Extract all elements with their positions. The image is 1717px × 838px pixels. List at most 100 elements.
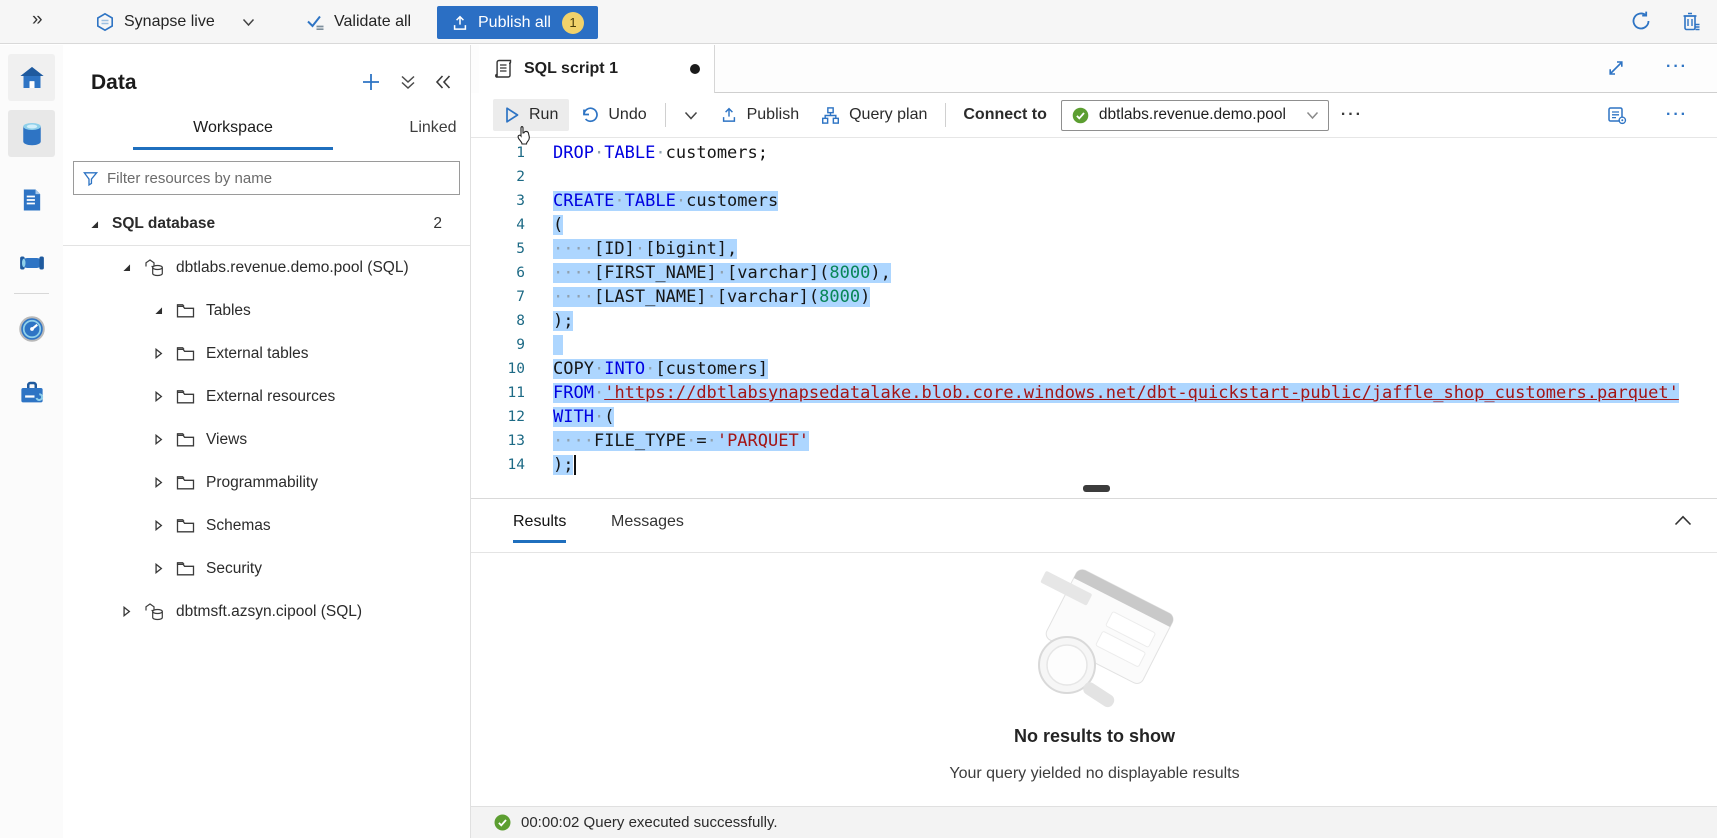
synapse-live-icon — [95, 12, 115, 32]
synapse-studio-window: » Synapse live Validate all Publish all … — [0, 0, 1717, 838]
tree-item-label: External tables — [206, 345, 309, 363]
code-line[interactable]: 14); — [471, 453, 1717, 477]
line-number: 6 — [471, 265, 525, 281]
collapse-panel-icon[interactable] — [434, 74, 452, 90]
publish-upload-icon — [720, 106, 738, 124]
tree-item[interactable]: SQL database2 — [63, 203, 470, 246]
run-button[interactable]: Run — [493, 99, 569, 131]
publish-button[interactable]: Publish — [709, 99, 810, 131]
tree-item[interactable]: External resources — [63, 375, 470, 418]
nav-develop-button[interactable] — [8, 176, 55, 223]
run-options-chevron[interactable] — [673, 104, 709, 127]
code-line[interactable]: 10COPY·INTO·[customers] — [471, 357, 1717, 381]
nav-monitor-button[interactable] — [8, 305, 55, 352]
code-line[interactable]: 7····[LAST_NAME]·[varchar](8000) — [471, 285, 1717, 309]
properties-icon[interactable] — [1606, 104, 1628, 126]
undo-icon — [580, 106, 599, 124]
line-content: ····[ID]·[bigint], — [553, 239, 737, 259]
tab-sql-script-1[interactable]: SQL script 1 — [479, 45, 715, 93]
nav-data-button[interactable] — [8, 110, 55, 157]
tree-item[interactable]: dbtmsft.azsyn.cipool (SQL) — [63, 590, 470, 633]
tree-item[interactable]: dbtlabs.revenue.demo.pool (SQL) — [63, 246, 470, 289]
status-text: 00:00:02 Query executed successfully. — [521, 814, 778, 831]
results-header: Results Messages — [471, 498, 1717, 553]
tree-collapsed-icon[interactable] — [151, 520, 165, 531]
toolbar-more-button[interactable]: ··· — [1654, 106, 1700, 124]
line-number: 12 — [471, 409, 525, 425]
line-content: ····[FIRST_NAME]·[varchar](8000), — [553, 263, 891, 283]
tree-item[interactable]: Views — [63, 418, 470, 461]
selection-highlight: ····[ID]·[bigint], — [553, 239, 737, 259]
connect-more-button[interactable]: ··· — [1329, 106, 1375, 124]
code-line[interactable]: 6 ····[FIRST_NAME]·[varchar](8000), — [471, 261, 1717, 285]
undo-button[interactable]: Undo — [569, 99, 657, 131]
mode-selector[interactable]: Synapse live — [95, 7, 255, 37]
connect-to-label: Connect to — [963, 106, 1047, 124]
tree-item-label: SQL database — [112, 215, 215, 233]
splitter-handle[interactable] — [1083, 485, 1110, 492]
tree-collapsed-icon[interactable] — [151, 391, 165, 402]
tree-collapsed-icon[interactable] — [151, 348, 165, 359]
tree-item[interactable]: Schemas — [63, 504, 470, 547]
selection-highlight — [553, 335, 563, 355]
publish-all-button[interactable]: Publish all 1 — [437, 6, 598, 39]
code-line[interactable]: 13····FILE_TYPE·=·'PARQUET' — [471, 429, 1717, 453]
gauge-icon — [17, 314, 47, 344]
collapse-results-chevron[interactable] — [1674, 515, 1692, 526]
tree-collapsed-icon[interactable] — [151, 563, 165, 574]
code-line[interactable]: 1DROP·TABLE·customers; — [471, 141, 1717, 165]
tab-results[interactable]: Results — [513, 513, 566, 543]
tree-expanded-icon[interactable] — [87, 219, 101, 230]
expand-rail-icon[interactable]: » — [32, 9, 43, 31]
discard-trash-icon[interactable] — [1679, 9, 1703, 33]
code-line[interactable]: 8); — [471, 309, 1717, 333]
tab-workspace[interactable]: Workspace — [133, 111, 333, 150]
collapse-all-icon[interactable] — [400, 73, 416, 91]
tree-item[interactable]: Programmability — [63, 461, 470, 504]
line-content — [553, 335, 563, 355]
query-plan-button[interactable]: Query plan — [810, 99, 938, 132]
selection-highlight: ); — [553, 311, 573, 331]
refresh-icon[interactable] — [1629, 9, 1653, 33]
selection-highlight: ····[LAST_NAME]·[varchar](8000) — [553, 287, 870, 307]
tab-title: SQL script 1 — [524, 60, 618, 78]
code-line[interactable]: 12WITH·( — [471, 405, 1717, 429]
filter-input[interactable] — [107, 170, 451, 187]
expand-editor-icon[interactable] — [1606, 58, 1626, 78]
code-line[interactable]: 2 — [471, 165, 1717, 189]
tab-more-options-button[interactable]: ··· — [1654, 58, 1700, 78]
tree-collapsed-icon[interactable] — [151, 434, 165, 445]
tab-messages[interactable]: Messages — [611, 513, 684, 540]
code-line[interactable]: 9 — [471, 333, 1717, 357]
code-line[interactable]: 5····[ID]·[bigint], — [471, 237, 1717, 261]
line-number: 14 — [471, 457, 525, 473]
tree-collapsed-icon[interactable] — [151, 477, 165, 488]
code-line[interactable]: 4( — [471, 213, 1717, 237]
document-icon — [18, 186, 46, 214]
line-content: DROP·TABLE·customers; — [553, 143, 768, 163]
connect-pool-dropdown[interactable]: dbtlabs.revenue.demo.pool — [1061, 100, 1329, 131]
tree-item[interactable]: Tables — [63, 289, 470, 332]
tree-item-label: dbtlabs.revenue.demo.pool (SQL) — [176, 259, 409, 277]
text-caret — [574, 455, 576, 475]
line-number: 11 — [471, 385, 525, 401]
add-resource-button[interactable] — [360, 71, 382, 93]
code-line[interactable]: 3CREATE·TABLE·customers — [471, 189, 1717, 213]
code-line[interactable]: 11FROM·'https://dbtlabsynapsedatalake.bl… — [471, 381, 1717, 405]
tree-item[interactable]: Security — [63, 547, 470, 590]
nav-integrate-button[interactable] — [8, 239, 55, 286]
tree-expanded-icon[interactable] — [119, 262, 133, 273]
nav-manage-button[interactable] — [8, 369, 55, 416]
nav-home-button[interactable] — [8, 54, 55, 101]
folder-icon — [176, 432, 195, 448]
folder-icon — [176, 561, 195, 577]
tree-expanded-icon[interactable] — [151, 305, 165, 316]
left-navigation-rail — [0, 45, 63, 838]
database-icon — [17, 119, 47, 149]
empty-results-title: No results to show — [471, 726, 1717, 747]
validate-all-button[interactable]: Validate all — [305, 7, 411, 37]
tree-collapsed-icon[interactable] — [119, 606, 133, 617]
tree-item[interactable]: External tables — [63, 332, 470, 375]
line-content: ····FILE_TYPE·=·'PARQUET' — [553, 431, 809, 451]
code-editor[interactable]: 1DROP·TABLE·customers;23CREATE·TABLE·cus… — [471, 138, 1717, 498]
